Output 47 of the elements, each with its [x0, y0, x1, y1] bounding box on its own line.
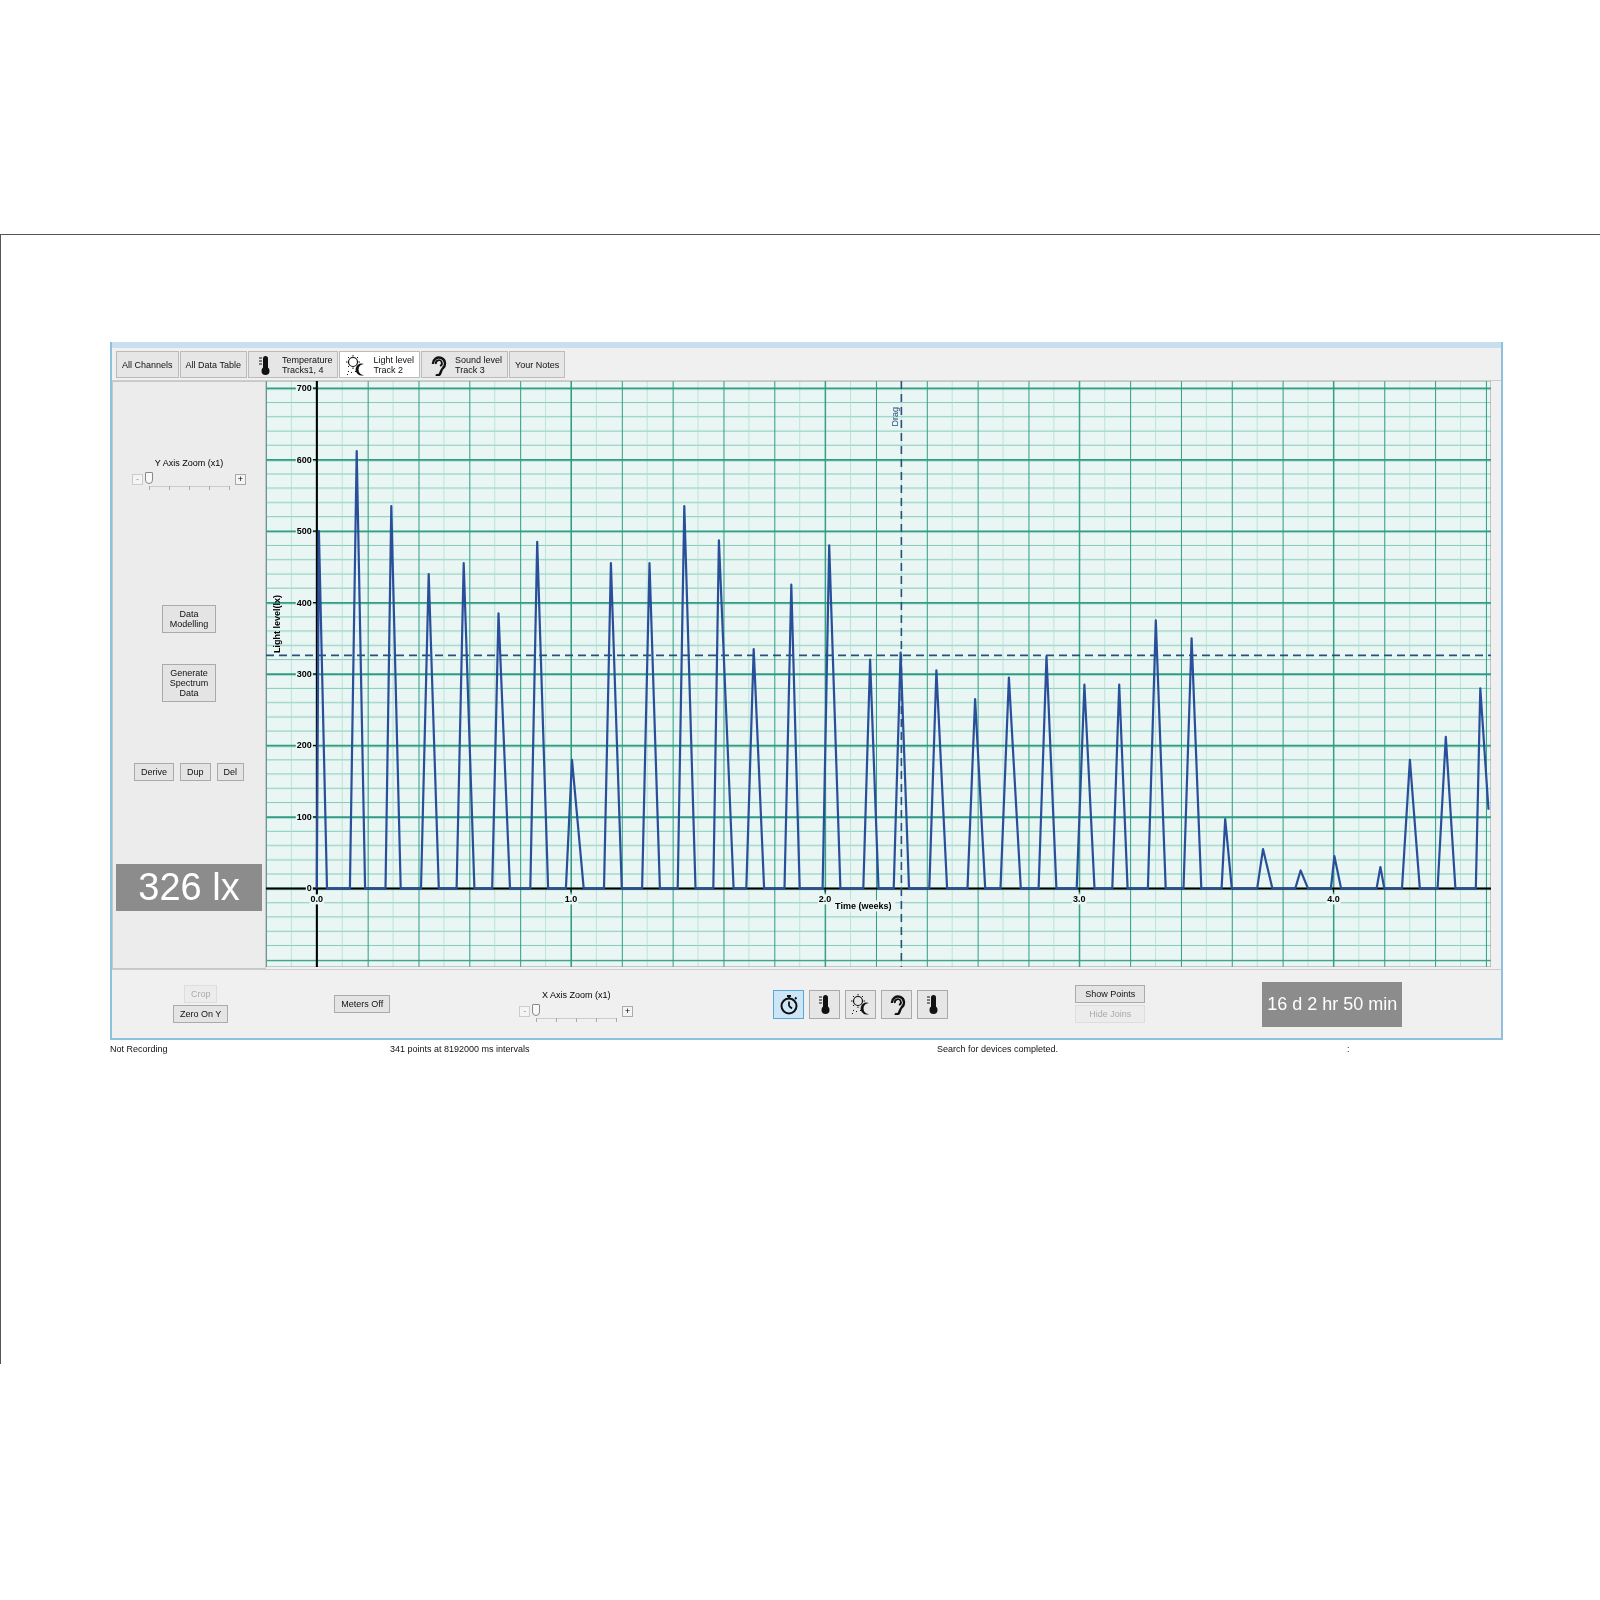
tick-label: 4.0: [1327, 894, 1340, 905]
tick-label: 0.0: [310, 894, 324, 905]
tick-label: 300: [296, 669, 312, 679]
tab[interactable]: Your Notes: [509, 351, 566, 378]
axis-title: Light level(lx): [272, 594, 282, 653]
button[interactable]: Zero On Y: [173, 1005, 229, 1023]
tab[interactable]: All Data Table: [179, 351, 247, 378]
tick-label: 200: [296, 740, 312, 751]
channel-button[interactable]: [773, 989, 805, 1019]
tick-label: 3.0: [1073, 894, 1086, 905]
value-readout: 326 lx: [116, 864, 262, 911]
tick-label: 0: [306, 883, 312, 894]
channel-button[interactable]: [917, 989, 949, 1019]
status-text: :: [1347, 1044, 1350, 1054]
axis-title: Time (weeks): [835, 901, 892, 912]
tab[interactable]: Sound level Track 3: [420, 351, 508, 378]
tick-label: 400: [296, 597, 312, 608]
zoom-in-button[interactable]: +: [235, 474, 246, 485]
channel-button[interactable]: [881, 989, 913, 1019]
button[interactable]: Del: [216, 763, 244, 781]
zoom-in-button[interactable]: +: [622, 1005, 634, 1017]
button[interactable]: Data Modelling: [162, 605, 216, 633]
slider-thumb[interactable]: [532, 1003, 541, 1016]
status-text: Not Recording: [110, 1044, 169, 1054]
time-readout: 16 d 2 hr 50 min: [1262, 981, 1403, 1027]
channel-button[interactable]: [809, 989, 841, 1019]
button[interactable]: Generate Spectrum Data: [162, 664, 216, 702]
status-text: Search for devices completed.: [937, 1044, 1060, 1054]
tick-label: 500: [296, 526, 312, 537]
tab[interactable]: Light level Track 2: [339, 351, 420, 378]
channel-button[interactable]: [845, 989, 877, 1019]
button[interactable]: Dup: [180, 763, 211, 781]
tab[interactable]: All Channels: [116, 351, 179, 378]
button[interactable]: Derive: [133, 763, 174, 781]
tick-label: 700: [296, 383, 312, 394]
slider-label: Y Axis Zoom (x1): [154, 458, 224, 468]
tab[interactable]: Temperature Tracks1, 4: [247, 351, 339, 378]
tick-label: 600: [296, 454, 312, 465]
cursor-label: Drag: [890, 407, 901, 427]
status-text: 341 points at 8192000 ms intervals: [390, 1044, 531, 1054]
tick-label: 2.0: [818, 894, 832, 905]
tick-label: 1.0: [564, 894, 578, 905]
slider-label: X Axis Zoom (x1): [541, 989, 611, 1000]
button[interactable]: Show Points: [1075, 985, 1146, 1003]
button[interactable]: Meters Off: [334, 995, 391, 1013]
slider-thumb[interactable]: [145, 472, 153, 484]
tick-label: 100: [296, 811, 312, 822]
